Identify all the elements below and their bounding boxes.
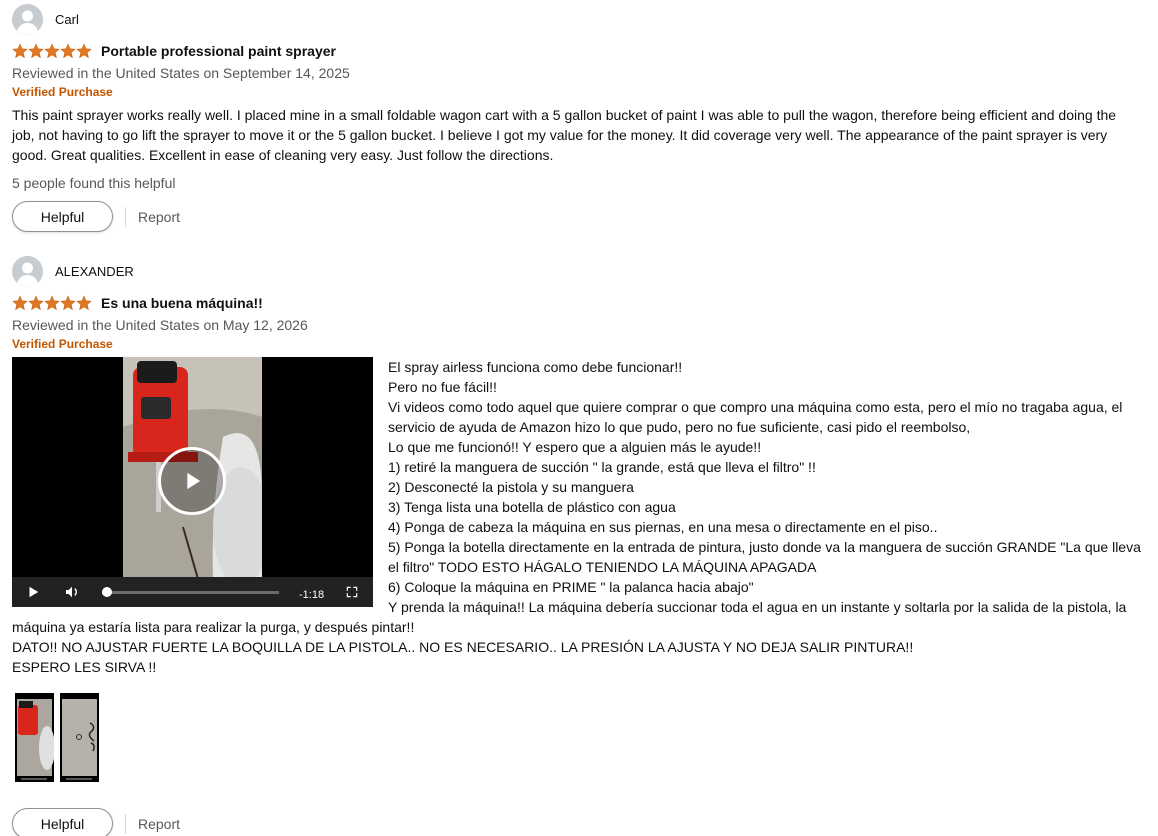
report-link[interactable]: Report [138, 816, 180, 832]
video-time-remaining: -1:18 [299, 589, 325, 601]
helpful-button[interactable]: Helpful [12, 201, 113, 232]
reviewer-profile[interactable]: ALEXANDER [12, 255, 1142, 287]
review-title[interactable]: Es una buena máquina!! [101, 295, 263, 311]
play-overlay-button[interactable] [158, 447, 226, 515]
star-icon [76, 43, 92, 59]
reviewer-name[interactable]: ALEXANDER [55, 264, 134, 279]
video-progress-bar[interactable] [102, 591, 279, 594]
star-icon [44, 295, 60, 311]
review-thumbnail[interactable] [60, 693, 99, 782]
review-body: -1:18 El spray airless funciona como deb… [12, 357, 1142, 782]
video-controls: -1:18 [12, 577, 373, 607]
user-avatar-icon [12, 3, 43, 35]
reviewer-name[interactable]: Carl [55, 12, 79, 27]
review-body-line: ESPERO LES SIRVA !! [12, 659, 157, 675]
volume-icon[interactable] [64, 584, 80, 600]
star-icon [12, 43, 28, 59]
video-scrubber-handle[interactable] [102, 587, 113, 597]
review-image-thumbnails [15, 677, 1142, 782]
fullscreen-icon[interactable] [345, 585, 359, 599]
report-link[interactable]: Report [138, 209, 180, 225]
verified-purchase-badge: Verified Purchase [12, 337, 113, 351]
review-title[interactable]: Portable professional paint sprayer [101, 43, 336, 59]
star-icon [44, 43, 60, 59]
star-icon [60, 295, 76, 311]
divider [125, 206, 126, 227]
star-rating[interactable] [12, 43, 92, 59]
review-body: This paint sprayer works really well. I … [12, 107, 1117, 163]
star-icon [76, 295, 92, 311]
review-card: Carl Portable professional paint sprayer… [12, 3, 1142, 232]
review-date: Reviewed in the United States on May 12,… [12, 317, 308, 333]
reviewer-profile[interactable]: Carl [12, 3, 1142, 35]
user-avatar-icon [12, 255, 43, 287]
divider [125, 813, 126, 834]
review-card: ALEXANDER Es una buena máquina!! Reviewe… [12, 255, 1142, 836]
star-icon [60, 43, 76, 59]
star-icon [12, 295, 28, 311]
star-icon [28, 295, 44, 311]
review-date: Reviewed in the United States on Septemb… [12, 65, 350, 81]
review-thumbnail[interactable] [15, 693, 54, 782]
helpful-button[interactable]: Helpful [12, 808, 113, 836]
star-rating[interactable] [12, 295, 92, 311]
play-icon [187, 472, 201, 490]
verified-purchase-badge: Verified Purchase [12, 85, 113, 99]
star-icon [28, 43, 44, 59]
review-video-player[interactable]: -1:18 [12, 357, 373, 607]
review-body-line: DATO!! NO AJUSTAR FUERTE LA BOQUILLA DE … [12, 639, 914, 655]
play-icon[interactable] [26, 585, 40, 599]
helpful-count: 5 people found this helpful [12, 175, 176, 191]
